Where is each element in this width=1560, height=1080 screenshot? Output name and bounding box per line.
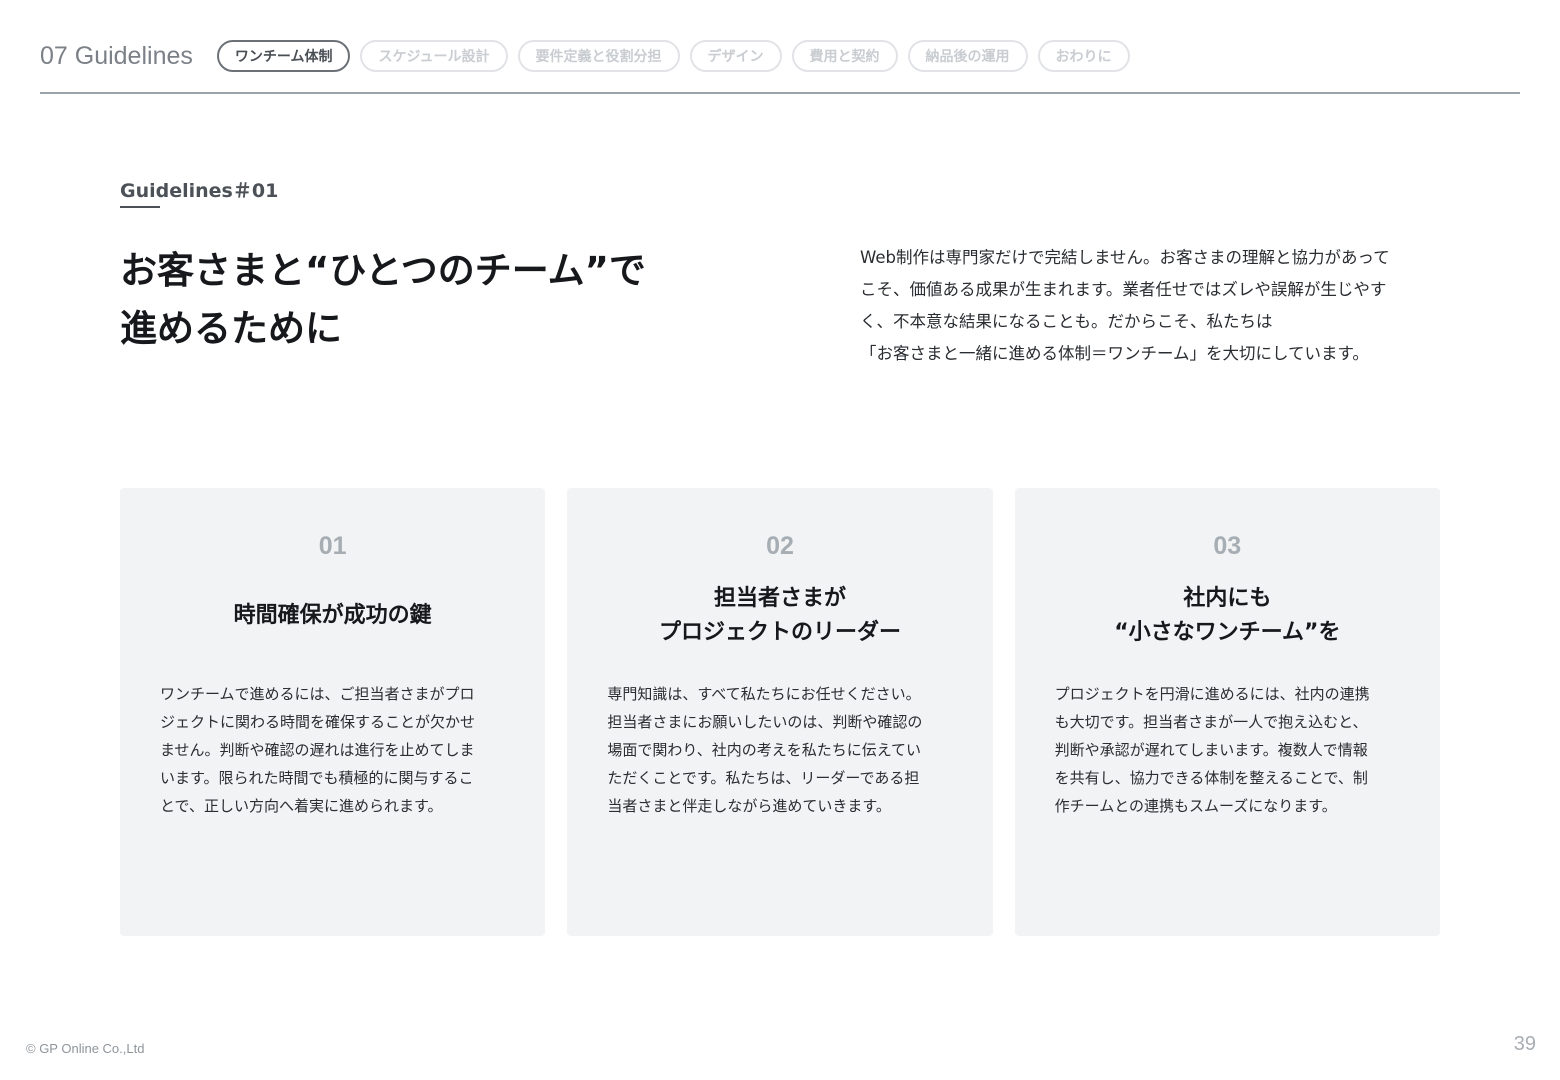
tab-cost-contract[interactable]: 費用と契約 [791, 40, 898, 72]
card-number: 02 [766, 532, 794, 560]
card-body: プロジェクトを円滑に進めるには、社内の連携 も大切です。担当者さまが一人で抱え込… [1055, 680, 1415, 820]
page-number: 39 [1513, 1033, 1536, 1055]
slide-header: 07 Guidelines ワンチーム体制 スケジュール設計 要件定義と役割分担… [40, 36, 1520, 76]
card-title: 社内にも “小さなワンチーム”を [1015, 582, 1440, 650]
card-title-line: 時間確保が成功の鍵 [233, 603, 432, 628]
tab-post-delivery[interactable]: 納品後の運用 [907, 40, 1028, 72]
card-body: 専門知識は、すべて私たちにお任せください。 担当者さまにお願いしたいのは、判断や… [607, 680, 967, 820]
card-body-line: 判断や承認が遅れてしまいます。複数人で情報 [1054, 741, 1368, 759]
intro-line: Web制作は専門家だけで完結しません。お客さまの理解と協力があって [860, 248, 1390, 267]
card-title-line: プロジェクトのリーダー [658, 620, 901, 645]
page-title-line: 進めるために [120, 307, 342, 350]
card-body-line: 当者さまと伴走しながら進めていきます。 [607, 797, 891, 815]
guideline-label-underline [120, 206, 160, 208]
card-body-line: ジェクトに関わる時間を確保することが欠かせ [160, 713, 476, 731]
card-body-line: 場面で関わり、社内の考えを私たちに伝えてい [607, 741, 921, 759]
page-title: お客さまと“ひとつのチーム”で 進めるために [120, 242, 800, 358]
intro-paragraph: Web制作は専門家だけで完結しません。お客さまの理解と協力があって こそ、価値あ… [860, 242, 1460, 370]
card-title-line: “小さなワンチーム”を [1114, 620, 1341, 645]
card-body-line: プロジェクトを円滑に進めるには、社内の連携 [1054, 685, 1370, 703]
card-body-line: 担当者さまにお願いしたいのは、判断や確認の [607, 713, 923, 731]
point-card-01: 01 時間確保が成功の鍵 ワンチームで進めるには、ご担当者さまがプロ ジェクトに… [120, 488, 546, 936]
card-body-line: も大切です。担当者さまが一人で抱え込むと、 [1054, 713, 1368, 731]
card-body: ワンチームで進めるには、ご担当者さまがプロ ジェクトに関わる時間を確保することが… [160, 680, 520, 820]
point-cards: 01 時間確保が成功の鍵 ワンチームで進めるには、ご担当者さまがプロ ジェクトに… [120, 488, 1440, 936]
card-body-line: います。限られた時間でも積極的に関与するこ [160, 769, 474, 787]
section-title: 07 Guidelines [40, 41, 193, 70]
card-body-line: ただくことです。私たちは、リーダーである担 [607, 769, 920, 787]
card-body-line: 専門知識は、すべて私たちにお任せください。 [607, 685, 921, 703]
card-body-line: ワンチームで進めるには、ご担当者さまがプロ [160, 685, 475, 703]
card-body-line: とで、正しい方向へ着実に進められます。 [160, 797, 443, 815]
tab-requirements[interactable]: 要件定義と役割分担 [517, 40, 680, 72]
point-card-03: 03 社内にも “小さなワンチーム”を プロジェクトを円滑に進めるには、社内の連… [1014, 488, 1440, 936]
card-body-line: 作チームとの連携もスムーズになります。 [1054, 797, 1337, 815]
tab-design[interactable]: デザイン [689, 40, 782, 72]
intro-line: 「お客さまと一緒に進める体制＝ワンチーム」を大切にしています。 [860, 344, 1369, 363]
intro-line: く、不本意な結果になることも。だからこそ、私たちは [860, 312, 1273, 331]
copyright: © GP Online Co.,Ltd [26, 1041, 145, 1056]
card-number: 03 [1213, 532, 1242, 560]
point-card-02: 02 担当者さまが プロジェクトのリーダー 専門知識は、すべて私たちにお任せくだ… [567, 488, 993, 936]
tab-schedule[interactable]: スケジュール設計 [360, 40, 508, 72]
card-body-line: を共有し、協力できる体制を整えることで、制 [1054, 769, 1368, 787]
card-number: 01 [318, 532, 347, 560]
guideline-label: Guidelines＃01 [120, 180, 279, 202]
tab-one-team[interactable]: ワンチーム体制 [216, 40, 351, 72]
header-divider [40, 92, 1520, 94]
card-body-line: ません。判断や確認の遅れは進行を止めてしま [160, 741, 475, 759]
page-title-line: お客さまと“ひとつのチーム”で [120, 249, 646, 292]
intro-line: こそ、価値ある成果が生まれます。業者任せではズレや誤解が生じやす [860, 280, 1387, 299]
section-tabs: ワンチーム体制 スケジュール設計 要件定義と役割分担 デザイン 費用と契約 納品… [216, 40, 1130, 72]
card-title-line: 担当者さまが [713, 586, 846, 611]
card-title: 時間確保が成功の鍵 [120, 582, 545, 650]
tab-closing[interactable]: おわりに [1037, 40, 1130, 72]
card-title-line: 社内にも [1183, 586, 1272, 611]
card-title: 担当者さまが プロジェクトのリーダー [567, 582, 992, 650]
